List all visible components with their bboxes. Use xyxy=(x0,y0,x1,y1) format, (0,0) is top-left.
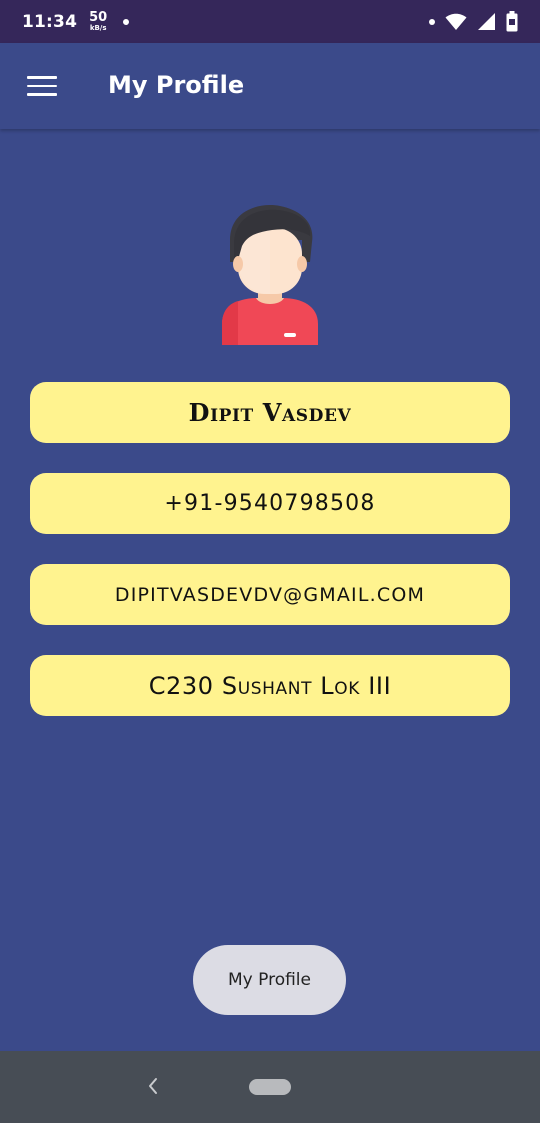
network-speed: 50 kB/s xyxy=(89,11,107,32)
status-time: 11:34 xyxy=(22,11,78,32)
profile-name: Dipit Vasdev xyxy=(188,398,352,427)
status-left: 11:34 50 kB/s xyxy=(22,11,130,32)
hamburger-menu-icon[interactable] xyxy=(27,76,57,96)
system-nav-bar xyxy=(0,1051,540,1123)
profile-address-field: C230 Sushant Lok III xyxy=(30,655,510,716)
back-chevron-icon[interactable] xyxy=(145,1076,161,1096)
wifi-icon xyxy=(445,13,467,31)
notification-dot-icon xyxy=(123,18,130,25)
profile-phone-field: +91-9540798508 xyxy=(30,473,510,534)
status-bar: 11:34 50 kB/s xyxy=(0,0,540,43)
hamburger-line xyxy=(27,93,57,96)
notification-dot-icon xyxy=(429,18,435,25)
my-profile-button[interactable]: My Profile xyxy=(193,945,346,1015)
app-bar: My Profile xyxy=(0,43,540,129)
profile-phone: +91-9540798508 xyxy=(164,491,376,516)
page-title: My Profile xyxy=(108,71,245,99)
network-speed-value: 50 xyxy=(89,10,108,25)
user-avatar-icon xyxy=(220,200,320,345)
my-profile-button-label: My Profile xyxy=(228,970,311,990)
network-speed-unit: kB/s xyxy=(89,24,107,32)
hamburger-line xyxy=(27,76,57,79)
profile-address: C230 Sushant Lok III xyxy=(148,671,392,700)
profile-name-field: Dipit Vasdev xyxy=(30,382,510,443)
status-right xyxy=(423,11,518,32)
profile-email: dipitvasdevdv@gmail.com xyxy=(114,583,426,606)
signal-icon xyxy=(477,12,496,31)
profile-email-field: dipitvasdevdv@gmail.com xyxy=(30,564,510,625)
battery-icon xyxy=(506,11,518,32)
home-pill-icon[interactable] xyxy=(249,1079,291,1095)
hamburger-line xyxy=(27,84,57,88)
